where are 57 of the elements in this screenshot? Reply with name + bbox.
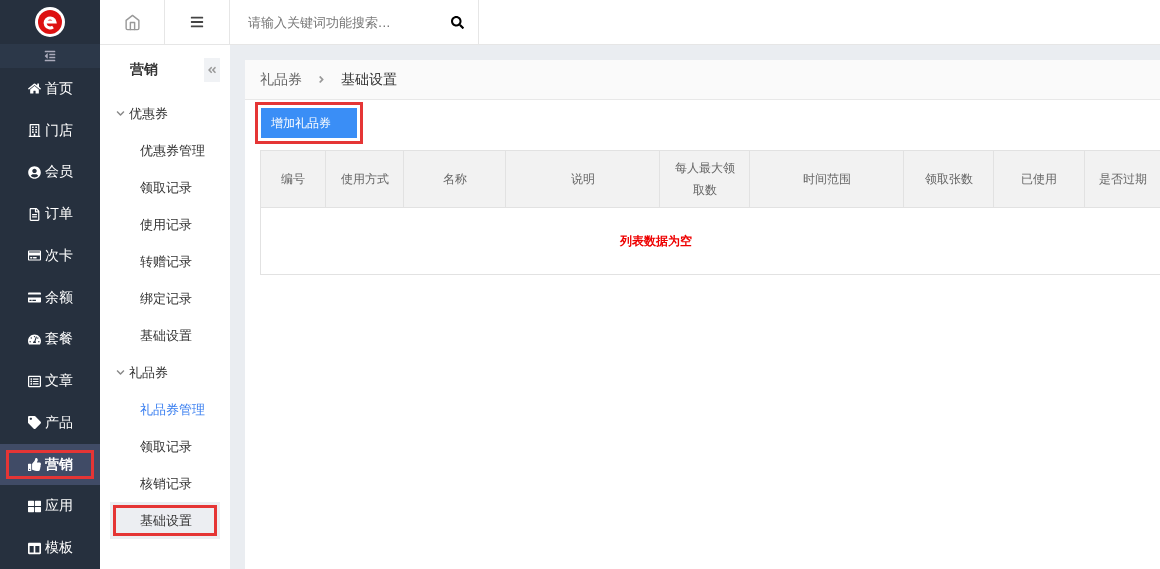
list-icon [27,374,41,388]
collapse-icon[interactable] [44,49,56,62]
nav-item[interactable]: 文章 [0,360,100,402]
nav-item[interactable]: 会员 [0,151,100,194]
submenu-item[interactable]: 优惠券管理 [110,132,220,169]
nav-item[interactable]: 余额 [0,276,100,319]
nav-item[interactable]: 应用 [0,485,100,528]
card-icon [27,291,41,305]
document-icon [27,207,41,221]
menu-group[interactable]: 礼品券 [110,354,220,391]
column-header: 领取张数 [904,151,994,207]
double-chevron-icon [207,65,217,75]
submenu-item[interactable]: 基础设置 [110,502,220,539]
column-header: 时间范围 [750,151,904,207]
user-icon [27,165,41,179]
column-header: 已使用 [994,151,1085,207]
column-header: 使用方式 [326,151,404,207]
submenu-title: 营销 [130,61,158,79]
gauge-icon [27,332,41,346]
grid-icon [27,499,41,513]
logo-icon [34,5,66,38]
submenu-item[interactable]: 核销记录 [110,465,220,502]
submenu-item[interactable]: 转赠记录 [110,243,220,280]
column-header: 名称 [404,151,506,207]
column-header: 是否过期 [1085,151,1160,207]
submenu-item[interactable]: 领取记录 [110,169,220,206]
nav-item[interactable]: 首页 [0,67,100,110]
column-header: 编号 [261,151,326,207]
submenu-item[interactable]: 绑定记录 [110,280,220,317]
menu-group[interactable]: 优惠券 [110,95,220,132]
empty-message: 列表数据为空 [620,232,692,250]
nav-item[interactable]: 门店 [0,109,100,152]
tag-icon [27,416,41,430]
nav-item[interactable]: 次卡 [0,234,100,277]
columns-icon [27,541,41,555]
chevron-icon [116,109,125,118]
nav-item[interactable]: 订单 [0,193,100,235]
submenu-item[interactable]: 使用记录 [110,206,220,243]
thumbs-up-icon [27,458,41,472]
submenu-item[interactable]: 礼品券管理 [110,391,220,428]
chevron-icon [316,74,327,85]
chevron-icon [116,368,125,377]
card-icon [27,249,41,263]
breadcrumb-item[interactable]: 礼品券 [260,70,302,89]
home-icon [27,82,41,96]
menu-icon[interactable] [190,15,204,29]
nav-item[interactable]: 营销 [0,443,100,486]
column-header: 说明 [506,151,660,207]
home-icon[interactable] [123,13,141,31]
column-header: 每人最大领取数 [660,151,750,207]
submenu-item[interactable]: 基础设置 [110,317,220,354]
nav-item[interactable]: 套餐 [0,318,100,361]
submenu-item[interactable]: 领取记录 [110,428,220,465]
nav-item[interactable]: 模板 [0,527,100,569]
nav-item[interactable]: 产品 [0,401,100,444]
breadcrumb-item: 基础设置 [341,70,397,89]
search-icon[interactable] [451,15,464,29]
